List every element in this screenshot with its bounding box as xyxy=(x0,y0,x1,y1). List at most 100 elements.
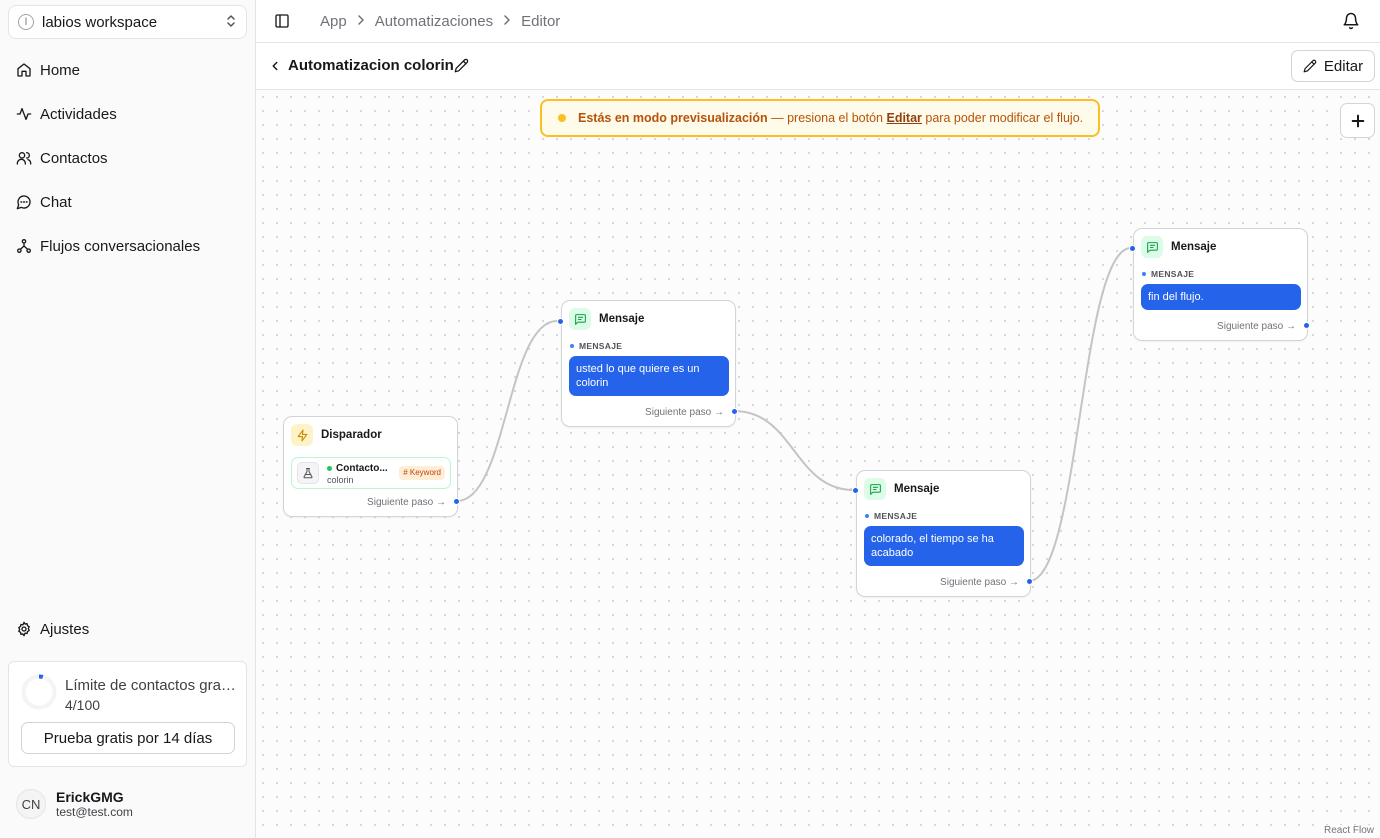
sidebar-nav: Home Actividades Contactos Chat Flujos c… xyxy=(8,48,247,268)
contact-limit-card: Límite de contactos gratuitos 4/100 Prue… xyxy=(8,661,247,767)
activity-icon xyxy=(16,108,32,120)
limit-count: 4/100 xyxy=(65,697,101,713)
flask-icon xyxy=(297,462,319,484)
user-name: ErickGMG xyxy=(56,789,124,805)
banner-text-end: para poder modificar el flujo. xyxy=(921,111,1084,125)
banner-strong: Estás en modo previsualización xyxy=(578,111,768,125)
label-dot xyxy=(865,514,869,518)
target-handle[interactable] xyxy=(557,318,564,325)
chevron-updown-icon xyxy=(226,14,236,31)
pencil-icon xyxy=(1303,59,1317,73)
flow-title: Automatizacion colorin xyxy=(288,57,454,74)
bell-icon[interactable] xyxy=(1342,12,1360,30)
workspace-switcher[interactable]: l labios workspace xyxy=(8,5,247,39)
message-icon xyxy=(569,308,591,330)
sidebar-item-home[interactable]: Home xyxy=(8,48,247,92)
chevron-right-icon xyxy=(357,14,365,28)
message-bubble[interactable]: fin del flujo. xyxy=(1141,284,1301,310)
edge-msg1-msg2[interactable] xyxy=(733,410,855,491)
add-node-button[interactable] xyxy=(1340,103,1375,138)
trigger-card[interactable]: Contacto... colorin # Keyword xyxy=(291,457,451,489)
chevron-right-icon xyxy=(503,14,511,28)
plus-icon xyxy=(1351,114,1364,127)
message-node[interactable]: Mensaje MENSAJE fin del flujo. Siguiente… xyxy=(1129,228,1310,341)
workflow-icon xyxy=(17,239,31,253)
message-icon xyxy=(1141,236,1163,258)
message-label: MENSAJE xyxy=(579,341,623,351)
message-icon xyxy=(864,478,886,500)
lightning-icon xyxy=(291,424,313,446)
warning-dot xyxy=(558,114,566,122)
sidebar-item-label: Ajustes xyxy=(40,620,90,638)
pencil-icon[interactable] xyxy=(454,58,469,73)
home-icon xyxy=(17,63,31,77)
sidebar-item-flujos[interactable]: Flujos conversacionales xyxy=(8,224,247,268)
back-arrow-icon[interactable] xyxy=(268,59,282,73)
target-handle[interactable] xyxy=(852,487,859,494)
message-bubble[interactable]: colorado, el tiempo se ha acabado xyxy=(864,526,1024,566)
node-title: Mensaje xyxy=(894,483,940,495)
breadcrumb-app[interactable]: App xyxy=(320,13,347,30)
flow-canvas[interactable]: Estás en modo previsualización — presion… xyxy=(256,90,1380,838)
sidebar: l labios workspace Home Actividades Cont… xyxy=(0,0,256,838)
sidebar-item-label: Home xyxy=(40,61,81,79)
sidebar-toggle-icon[interactable] xyxy=(274,13,290,29)
sidebar-item-contactos[interactable]: Contactos xyxy=(8,136,247,180)
trigger-card-title: Contacto... xyxy=(336,463,388,474)
edit-button-label: Editar xyxy=(1323,57,1364,75)
preview-mode-banner: Estás en modo previsualización — presion… xyxy=(540,99,1100,137)
next-step-label: Siguiente paso → xyxy=(367,497,446,508)
chat-icon xyxy=(16,195,31,210)
workspace-name: labios workspace xyxy=(42,13,158,31)
users-icon xyxy=(16,152,32,165)
edge-trigger-msg1[interactable] xyxy=(456,320,558,502)
message-label: MENSAJE xyxy=(1151,269,1195,279)
next-step-label: Siguiente paso → xyxy=(1217,321,1296,332)
sidebar-item-chat[interactable]: Chat xyxy=(8,180,247,224)
breadcrumb-automatizaciones[interactable]: Automatizaciones xyxy=(375,13,493,30)
target-handle[interactable] xyxy=(1129,245,1136,252)
usage-ring xyxy=(21,674,57,710)
message-node[interactable]: Mensaje MENSAJE colorado, el tiempo se h… xyxy=(852,470,1033,597)
status-dot xyxy=(327,466,332,471)
node-title: Mensaje xyxy=(1171,241,1217,253)
gear-icon xyxy=(18,621,30,637)
sidebar-item-label: Actividades xyxy=(40,105,117,123)
keyword-badge: # Keyword xyxy=(399,466,445,480)
sidebar-item-actividades[interactable]: Actividades xyxy=(8,92,247,136)
breadcrumb-editor: Editor xyxy=(521,12,561,30)
user-profile[interactable]: CN ErickGMG test@test.com xyxy=(16,789,133,819)
label-dot xyxy=(570,344,574,348)
label-dot xyxy=(1142,272,1146,276)
source-handle[interactable] xyxy=(1026,578,1033,585)
message-node[interactable]: Mensaje MENSAJE usted lo que quiere es u… xyxy=(557,300,738,427)
node-title: Mensaje xyxy=(599,313,645,325)
avatar: CN xyxy=(16,789,46,819)
source-handle[interactable] xyxy=(731,408,738,415)
source-handle[interactable] xyxy=(1303,322,1310,329)
flow-header: Automatizacion colorin Editar xyxy=(256,43,1380,90)
trigger-node[interactable]: Disparador Contacto... colorin # Keyword… xyxy=(283,416,460,517)
sidebar-item-ajustes[interactable]: Ajustes xyxy=(8,607,247,651)
edit-button[interactable]: Editar xyxy=(1291,50,1375,82)
user-email: test@test.com xyxy=(56,805,133,819)
sidebar-item-label: Contactos xyxy=(40,149,108,167)
message-bubble[interactable]: usted lo que quiere es un colorin xyxy=(569,356,729,396)
next-step-label: Siguiente paso → xyxy=(645,407,724,418)
react-flow-attribution[interactable]: React Flow xyxy=(1321,825,1376,836)
sidebar-item-label: Chat xyxy=(40,193,72,211)
limit-title: Límite de contactos gratuitos xyxy=(65,677,237,694)
trigger-keyword: colorin xyxy=(327,475,354,485)
source-handle[interactable] xyxy=(453,498,460,505)
sidebar-item-label: Flujos conversacionales xyxy=(40,237,201,255)
workspace-logo: l xyxy=(18,14,34,30)
free-trial-button[interactable]: Prueba gratis por 14 días xyxy=(21,722,235,754)
banner-edit-link[interactable]: Editar xyxy=(886,111,921,125)
breadcrumb: App Automatizaciones Editor xyxy=(320,13,560,30)
top-bar: App Automatizaciones Editor xyxy=(256,0,1380,43)
node-title: Disparador xyxy=(321,429,382,441)
banner-text: — presiona el botón xyxy=(767,111,887,125)
edge-msg2-msg3[interactable] xyxy=(1028,247,1132,582)
message-label: MENSAJE xyxy=(874,511,918,521)
next-step-label: Siguiente paso → xyxy=(940,577,1019,588)
